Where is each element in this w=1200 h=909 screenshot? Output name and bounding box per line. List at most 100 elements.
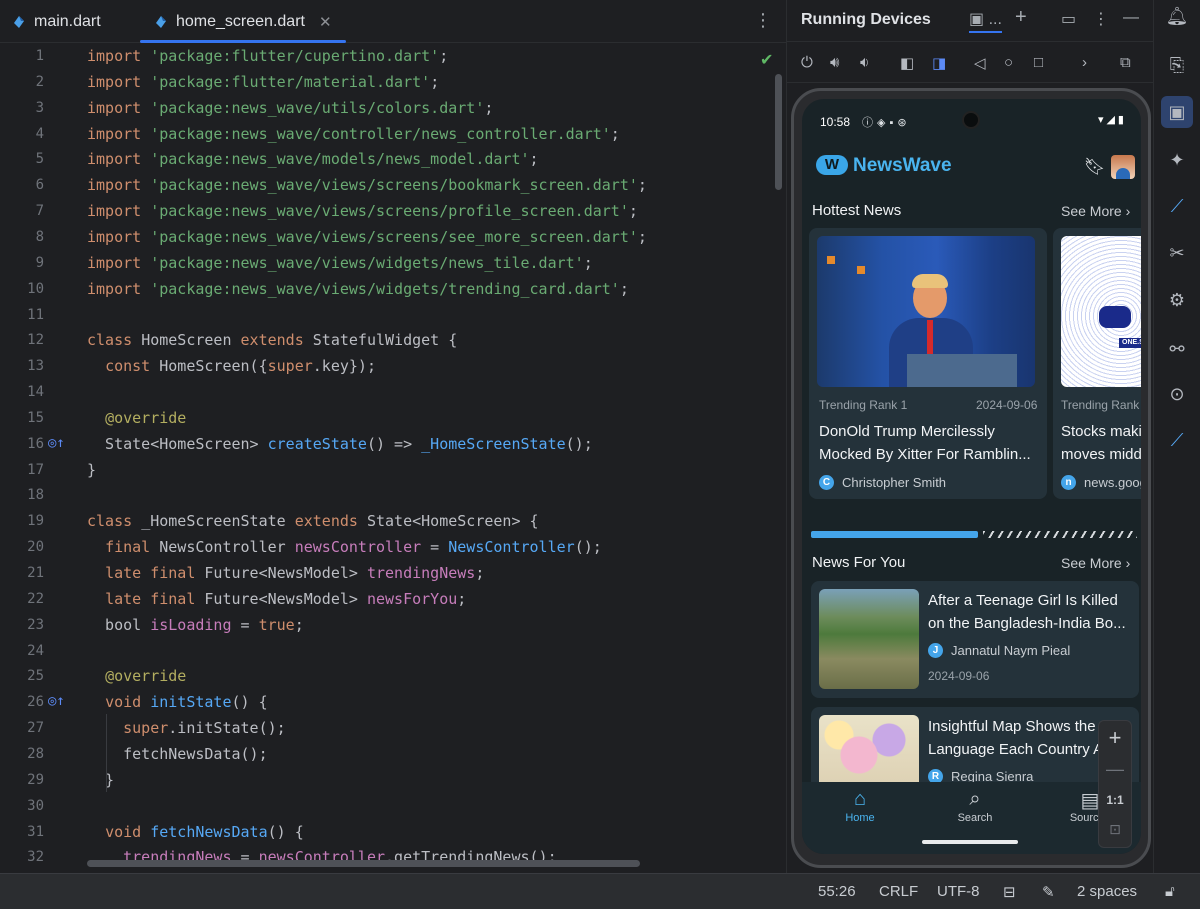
volume-down-icon[interactable]: 🔉︎	[860, 54, 869, 71]
device-manager-icon[interactable]: ⎘	[1154, 55, 1200, 76]
rotate-left-icon[interactable]: ◧	[900, 54, 914, 72]
window-icon[interactable]: ▭	[1061, 9, 1076, 29]
code-token: class	[87, 331, 142, 350]
add-icon[interactable]: +	[1015, 6, 1027, 29]
overview-icon[interactable]: □	[1034, 54, 1043, 71]
code-line[interactable]: 16 ◎↑ State<HomeScreen> createState() => …	[0, 432, 786, 458]
author-name: news.google	[1084, 475, 1141, 490]
code-line[interactable]: 2 import 'package:flutter/material.dart';	[0, 70, 786, 96]
nav-item-search[interactable]: ⌕ Search	[935, 788, 1015, 824]
flutter-icon[interactable]: ⟋	[1154, 196, 1200, 217]
more-vertical-icon[interactable]: ⋮	[754, 10, 772, 31]
cursor-position[interactable]: 55:26	[818, 883, 856, 900]
code-line[interactable]: 30	[0, 794, 786, 820]
tab-home-screen-dart[interactable]: home_screen.dart ✕	[140, 0, 346, 43]
zoom-out-icon[interactable]: —	[1099, 759, 1131, 780]
line-number: 9	[35, 254, 44, 271]
chevron-right-icon[interactable]: ›	[1082, 54, 1087, 71]
device-tab[interactable]: ▣ ...	[969, 0, 1002, 33]
more-vertical-icon[interactable]: ⋮	[1093, 9, 1109, 29]
avatar[interactable]	[1111, 155, 1135, 179]
panel-header: Running Devices ▣ ... + ▭ ⋮ —	[787, 0, 1154, 42]
screenshot-icon[interactable]: ⧉	[1120, 54, 1131, 71]
zoom-ratio[interactable]: 1:1	[1099, 793, 1131, 807]
flutter-outline-icon[interactable]: ⟋	[1154, 430, 1200, 451]
code-token: HomeScreen({	[159, 357, 268, 376]
code-line[interactable]: 15 @override	[0, 406, 786, 432]
code-line[interactable]: 7 import 'package:news_wave/views/screens…	[0, 199, 786, 225]
nav-item-home[interactable]: ⌂ Home	[820, 788, 900, 824]
code-line[interactable]: 23 bool isLoading = true;	[0, 613, 786, 639]
volume-up-icon[interactable]: 🔊︎	[830, 54, 839, 71]
code-line[interactable]: 29 }	[0, 768, 786, 794]
see-more-hottest[interactable]: See More ›	[1061, 203, 1130, 219]
code-line[interactable]: 27 super.initState();	[0, 716, 786, 742]
capture-icon[interactable]: ⊙	[1154, 384, 1200, 405]
override-gutter-icon[interactable]: ◎↑	[48, 693, 65, 709]
vertical-scrollbar[interactable]	[775, 74, 782, 190]
code-line[interactable]: 32 trendingNews = newsController.getTren…	[0, 845, 786, 871]
code-line[interactable]: 25 @override	[0, 664, 786, 690]
lock-icon[interactable]: 🔓︎	[1165, 883, 1175, 900]
tab-main-dart[interactable]: main.dart	[12, 0, 101, 43]
gemini-icon[interactable]: ✦	[1154, 150, 1200, 171]
line-number: 14	[27, 384, 44, 401]
code-line[interactable]: 31 void fetchNewsData() {	[0, 820, 786, 846]
code-line[interactable]: 21 late final Future<NewsModel> trending…	[0, 561, 786, 587]
code-line[interactable]: 18	[0, 483, 786, 509]
see-more-news-for-you[interactable]: See More ›	[1061, 555, 1130, 571]
indent-setting[interactable]: 2 spaces	[1077, 883, 1137, 900]
bookmark-icon[interactable]: 🔖︎	[1084, 157, 1106, 177]
device-screen[interactable]: 10:58 ⓘ◈▪⊛ ▾◢▮ W NewsWave 🔖︎ Hottest New…	[802, 99, 1141, 854]
close-icon[interactable]: ✕	[319, 13, 332, 31]
code-line[interactable]: 12 class HomeScreen extends StatefulWidge…	[0, 328, 786, 354]
trending-card[interactable]: ONE.S Trending Rank 2 Stocks making move…	[1053, 228, 1141, 499]
code-line[interactable]: 11	[0, 303, 786, 329]
code-line[interactable]: 9 import 'package:news_wave/views/widgets…	[0, 251, 786, 277]
readonly-icon[interactable]: ⊟	[1003, 883, 1016, 901]
code-token: newsController	[294, 538, 422, 557]
code-token: fetchNewsData();	[87, 744, 268, 763]
code-line[interactable]: 4 import 'package:news_wave/controller/ne…	[0, 122, 786, 148]
line-separator[interactable]: CRLF	[879, 883, 918, 900]
home-button-icon[interactable]: ○	[1004, 54, 1013, 71]
code-token: ;	[294, 615, 304, 634]
code-line[interactable]: 13 const HomeScreen({super.key});	[0, 354, 786, 380]
code-line[interactable]: 28 fetchNewsData();	[0, 742, 786, 768]
minimize-icon[interactable]: —	[1123, 9, 1139, 27]
code-line[interactable]: 14	[0, 380, 786, 406]
trending-card[interactable]: Trending Rank 1 2024-09-06 DonOld Trump …	[809, 228, 1047, 499]
zoom-fit-icon[interactable]: ⊡	[1099, 821, 1131, 838]
link-icon[interactable]: ⚯	[1154, 339, 1200, 360]
notifications-icon[interactable]: 🔔︎	[1154, 6, 1200, 27]
tab-label: home_screen.dart	[176, 12, 305, 30]
code-line[interactable]: 10 import 'package:news_wave/views/widget…	[0, 277, 786, 303]
news-tile[interactable]: After a Teenage Girl Is Killed on the Ba…	[811, 581, 1139, 698]
running-devices-icon[interactable]: ▣	[1161, 96, 1193, 128]
code-style-icon[interactable]: ✎	[1042, 883, 1055, 901]
file-encoding[interactable]: UTF-8	[937, 883, 980, 900]
rotate-right-icon[interactable]: ◨	[932, 54, 946, 72]
override-gutter-icon[interactable]: ◎↑	[48, 435, 65, 451]
code-line[interactable]: 19 class _HomeScreenState extends State<H…	[0, 509, 786, 535]
code-text: super.initState();	[87, 719, 286, 737]
code-line[interactable]: 24	[0, 639, 786, 665]
layout-inspector-icon[interactable]: ⚙	[1154, 290, 1200, 311]
code-line[interactable]: 8 import 'package:news_wave/views/screens…	[0, 225, 786, 251]
power-icon[interactable]: ⏻	[801, 54, 813, 71]
code-area[interactable]: 1 import 'package:flutter/cupertino.dart'…	[0, 44, 786, 873]
back-icon[interactable]: ◁	[974, 54, 986, 72]
code-line[interactable]: 5 import 'package:news_wave/models/news_m…	[0, 147, 786, 173]
inspector-icon[interactable]: ✂	[1154, 243, 1200, 264]
code-line[interactable]: 6 import 'package:news_wave/views/screens…	[0, 173, 786, 199]
code-line[interactable]: 22 late final Future<NewsModel> newsForY…	[0, 587, 786, 613]
code-line[interactable]: 20 final NewsController newsController =…	[0, 535, 786, 561]
code-line[interactable]: 3 import 'package:news_wave/utils/colors.…	[0, 96, 786, 122]
horizontal-scrollbar[interactable]	[87, 860, 640, 867]
code-line[interactable]: 17}	[0, 458, 786, 484]
zoom-in-icon[interactable]: +	[1099, 725, 1131, 751]
code-line[interactable]: 26 ◎↑ void initState() {	[0, 690, 786, 716]
code-line[interactable]: 1 import 'package:flutter/cupertino.dart'…	[0, 44, 786, 70]
line-number: 27	[27, 720, 44, 737]
